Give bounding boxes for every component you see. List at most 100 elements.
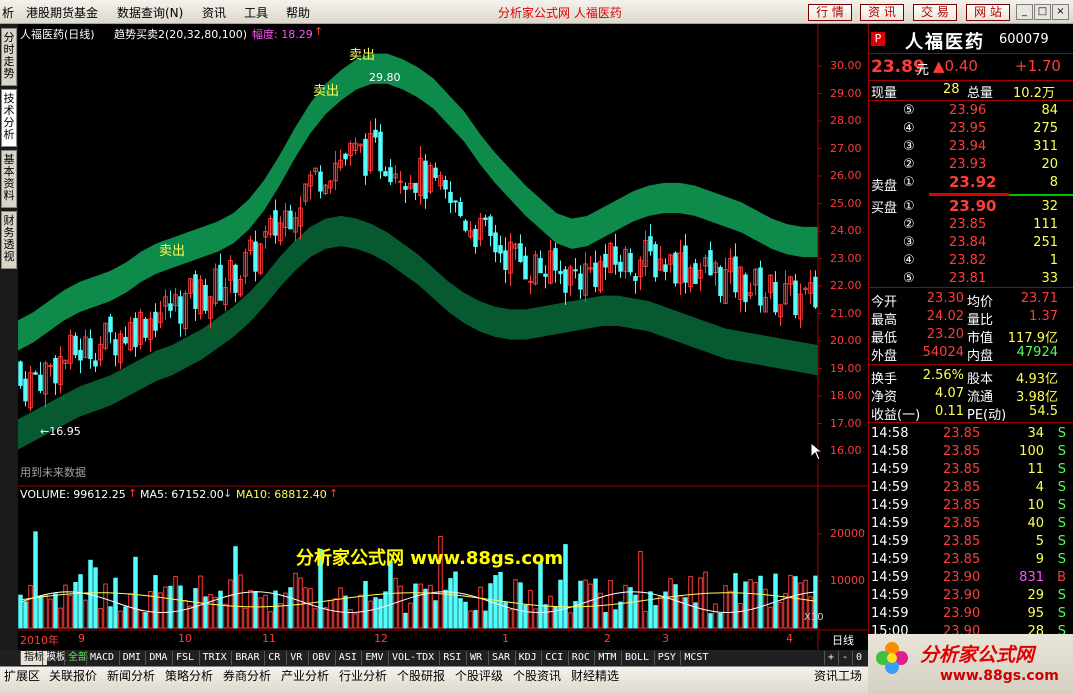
trade-button[interactable]: 交 易 [913, 4, 957, 21]
indicator-tab[interactable]: BOLL [621, 651, 652, 665]
status-tab[interactable]: 个股评级 [455, 669, 503, 683]
indicator-tab[interactable]: EMV [361, 651, 386, 665]
price-unit: 元 [916, 63, 930, 78]
ask-level: ② [903, 157, 915, 172]
ask-volume: 8 [1049, 175, 1058, 190]
period-label[interactable]: 日线 [832, 632, 854, 648]
volume-bar [153, 575, 158, 629]
volume-bar [488, 583, 493, 629]
menu-data-query[interactable]: 数据查询(N) [117, 4, 183, 21]
bid-volume: 1 [1049, 253, 1058, 268]
indicator-tab[interactable]: VR [286, 651, 305, 665]
tab-technical[interactable]: 技术分析 [1, 89, 17, 147]
indicator-tab[interactable]: PSY [653, 651, 679, 665]
tab-intraday[interactable]: 分时走势 [1, 28, 17, 86]
candle-body [648, 236, 653, 252]
tab-financials[interactable]: 财务透视 [1, 211, 17, 269]
indicator-tab[interactable]: BRAR [231, 651, 262, 665]
status-tab[interactable]: 个股研报 [397, 669, 445, 683]
status-tab[interactable]: 财经精选 [571, 669, 619, 683]
indicator-tab[interactable]: ASI [334, 651, 360, 665]
ask-volume: 311 [1033, 139, 1058, 154]
tick-volume: 100 [1019, 444, 1044, 459]
indicator-bar: 指标 模板 全部 MACD DMI DMA FSL TRIX BRAR CR VR OBV ASI EMV… [0, 650, 868, 666]
info-button[interactable]: 资 讯 [860, 4, 904, 21]
website-button[interactable]: 网 站 [966, 4, 1010, 21]
menu-tools[interactable]: 工具 [244, 4, 268, 21]
volume-bar [68, 594, 73, 629]
volume-bar [798, 582, 803, 629]
indicator-tab[interactable]: OBV [308, 651, 333, 665]
zoom-control[interactable]: + [824, 651, 837, 665]
candle-body [133, 317, 138, 348]
volume-bar [633, 594, 638, 629]
tick-time: 14:59 [871, 516, 909, 531]
indicator-tab[interactable]: MCST [680, 651, 711, 665]
menu-news[interactable]: 资讯 [202, 4, 226, 21]
indicator-tab[interactable]: FSL [172, 651, 197, 665]
candle-body [683, 245, 688, 283]
future-data-note: 用到未来数据 [20, 466, 86, 479]
candle-body [23, 378, 28, 402]
tab-fundamentals[interactable]: 基本资料 [1, 150, 17, 208]
bid-level: ⑤ [903, 271, 915, 286]
zoom-control[interactable]: - [838, 651, 851, 665]
candle-body [518, 243, 523, 262]
candle-body [578, 273, 583, 290]
indicator-tab[interactable]: MTM [594, 651, 619, 665]
indicator-tab[interactable]: VOL-TDX [388, 651, 437, 665]
volume-bar [558, 579, 563, 629]
minimize-icon[interactable]: _ [1016, 4, 1033, 20]
status-bar: 扩展区 关联报价 新闻分析 策略分析 券商分析 产业分析 行业分析 个股研报 个股评级 个股资讯财… [0, 666, 868, 694]
date-label: 2010年 [20, 634, 59, 647]
quote-button[interactable]: 行 情 [808, 4, 852, 21]
indicator-tab[interactable]: MACD [86, 651, 117, 665]
indicator-tab[interactable]: CR [264, 651, 283, 665]
chart-range-label: 幅度: 18.29 [252, 28, 313, 41]
candle-body [793, 280, 798, 316]
indicator-tab[interactable]: CCI [541, 651, 566, 665]
menu-bar: 析 港股期货基金 数据查询(N) 资讯 工具 帮助 分析家公式网 人福医药 行 … [0, 0, 1073, 24]
status-tab[interactable]: 产业分析 [281, 669, 329, 683]
zoom-control[interactable]: 0 [852, 651, 865, 665]
date-label: 9 [78, 632, 85, 645]
bid-price: 23.81 [949, 271, 987, 286]
indicator-tab[interactable]: DMI [118, 651, 144, 665]
status-tab[interactable]: 策略分析 [165, 669, 213, 683]
status-tab[interactable]: 个股资讯 [513, 669, 561, 683]
volume-bar [453, 571, 458, 629]
indicator-tab[interactable]: WR [466, 651, 485, 665]
volume-bar [28, 584, 33, 629]
status-tab[interactable]: 券商分析 [223, 669, 271, 683]
volume-bar [193, 588, 198, 629]
bid-level: ② [903, 217, 915, 232]
menu-help[interactable]: 帮助 [286, 4, 310, 21]
volume-bar [183, 600, 188, 629]
close-icon[interactable]: × [1052, 4, 1069, 20]
menu-analysis[interactable]: 析 [2, 4, 14, 21]
indicator-tab[interactable]: ROC [567, 651, 593, 665]
volume-bar [148, 591, 153, 629]
tick-row: 14:59 23.85 9 S [869, 551, 1073, 569]
tick-row: 14:59 23.90 29 S [869, 587, 1073, 605]
kline-chart[interactable]: 人福医药(日线) 趋势买卖2(20,32,80,100) 幅度: 18.29 ↑… [18, 24, 868, 650]
indicator-tab[interactable]: DMA [145, 651, 170, 665]
menu-hk-futures[interactable]: 港股期货基金 [26, 4, 98, 21]
volume-bar [648, 591, 653, 629]
indicator-tab[interactable]: KDJ [514, 651, 540, 665]
info-workshop-link[interactable]: 资讯工场 [814, 669, 862, 683]
indicator-tab[interactable]: SAR [488, 651, 513, 665]
volume-bar [768, 606, 773, 629]
status-tab[interactable]: 扩展区 [4, 669, 40, 683]
volume-bar [53, 593, 58, 629]
status-tab[interactable]: 新闻分析 [107, 669, 155, 683]
indicator-tab[interactable]: TRIX [198, 651, 230, 665]
price-row: 23.89 元 ▲0.40 +1.70 [869, 56, 1073, 78]
volume-bar [313, 608, 318, 629]
status-tab[interactable]: 行业分析 [339, 669, 387, 683]
status-tab[interactable]: 关联报价 [49, 669, 97, 683]
tick-time: 14:59 [871, 462, 909, 477]
maximize-icon[interactable]: □ [1034, 4, 1051, 20]
indicator-tab[interactable]: RSI [439, 651, 464, 665]
candle-body [233, 264, 238, 293]
